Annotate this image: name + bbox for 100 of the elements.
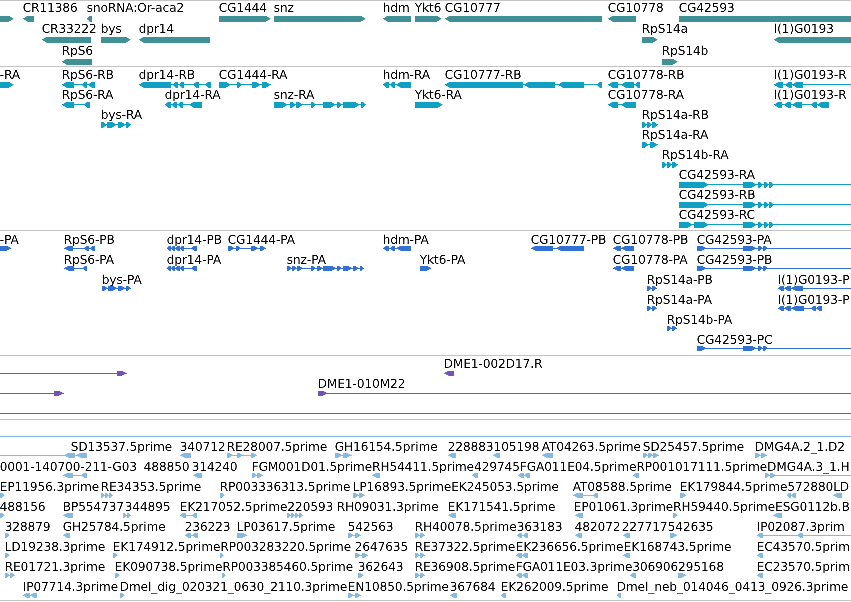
est-arrow[interactable] [113,553,118,558]
est-label: LD [833,480,850,494]
clone-arrow[interactable] [444,371,454,376]
est-arrow[interactable] [773,513,782,518]
gene-arrow[interactable] [139,37,210,43]
est-arrow[interactable] [493,453,500,458]
est-arrow[interactable] [450,593,457,598]
protein-label: -PA [0,233,20,247]
est-arrow[interactable] [678,573,687,578]
est-label: SD25457.5prime [643,440,744,454]
est-arrow[interactable] [472,473,478,478]
est-arrow[interactable] [501,593,506,598]
gene-arrow[interactable] [774,37,851,43]
est-arrow[interactable] [833,493,842,498]
est-label: FGM001D01.5prime [252,460,372,474]
gene-arrow[interactable] [42,37,91,43]
est-arrow[interactable] [5,533,10,538]
est-label: 295168 [678,560,724,574]
est-arrow[interactable] [193,473,202,478]
est-label: 236223 [185,520,231,534]
est-arrow[interactable] [220,493,225,498]
est-label: EC43570.5prim [757,540,850,554]
est-arrow[interactable] [358,573,364,578]
protein-label: snz-PA [287,253,326,267]
est-arrow[interactable] [623,533,630,538]
protein-arrow[interactable] [0,246,12,251]
gene-arrow[interactable] [62,59,92,65]
est-label: RP003336313.5prime [220,480,351,494]
transcript-label: CG42593-RC [679,208,756,222]
transcript-label: -RA [0,68,20,82]
est-arrow[interactable] [630,573,636,578]
gene-arrow[interactable] [608,16,636,22]
protein-label: CG42593-PC [697,333,773,347]
transcript-label: CG42593-RA [679,168,756,182]
gene-arrow[interactable] [662,59,678,65]
est-arrow[interactable] [372,473,380,478]
est-label: EK217052.5prime [180,500,288,514]
est-label: 488850 [144,460,190,474]
protein-arrow[interactable] [420,266,432,271]
protein-label: dpr14-PB [167,233,222,247]
gene-arrow[interactable] [415,16,442,22]
est-label: RH40078.5prime [415,520,517,534]
est-arrow[interactable] [757,573,763,578]
est-arrow[interactable] [757,553,763,558]
gene-arrow[interactable] [101,37,131,43]
est-label: DMG4A.3_1.H [767,460,850,474]
est-arrow[interactable] [575,533,582,538]
est-arrow[interactable] [680,493,687,498]
gene-arrow[interactable] [23,16,34,22]
gene-arrow[interactable] [642,37,658,43]
est-label: EK168743.5prime [624,540,732,554]
est-label: 572880 [788,480,834,494]
gene-arrow[interactable] [87,16,92,22]
est-label: RP003283220.5prime [220,540,352,554]
est-label: FGA011E04.5prime [520,460,637,474]
protein-label: l(1)G0193-P [778,293,850,307]
est-arrow[interactable] [575,513,583,518]
est-label: GH16154.5prime [335,440,438,454]
gene-arrow[interactable] [219,16,271,22]
est-label: ESG0112b.B [775,500,850,514]
est-arrow[interactable] [448,453,456,458]
transcript-label: bys-RA [101,108,142,122]
est-label: RE36908.5prime [415,560,516,574]
est-arrow[interactable] [63,513,73,518]
est-arrow[interactable] [180,453,191,458]
est-arrow[interactable] [670,533,678,538]
transcript-arrow[interactable] [0,82,14,88]
est-label: RP001017111.5prime [636,460,768,474]
protein-label: hdm-PA [383,233,429,247]
gene-label: bys [101,22,122,36]
est-arrow[interactable] [633,473,639,478]
est-arrow[interactable] [617,593,621,598]
est-arrow[interactable] [5,553,10,558]
est-arrow[interactable] [673,513,678,518]
est-label: IP02087.3prim [757,520,845,534]
transcript-arrow[interactable] [415,102,443,108]
est-label: 488156 [0,500,46,514]
est-label: AT04263.5prime [542,440,642,454]
est-label: 105198 [494,440,540,454]
est-label: DMG4A.2_1.D2 [755,440,846,454]
est-arrow[interactable] [448,513,456,518]
est-arrow[interactable] [623,553,630,558]
est-label: 344895 [125,500,171,514]
est-arrow[interactable] [120,593,125,598]
gene-arrow[interactable] [0,16,14,22]
est-arrow[interactable] [222,573,226,578]
est-arrow[interactable] [0,513,5,518]
est-arrow[interactable] [237,533,248,538]
est-arrow[interactable] [542,453,553,458]
est-arrow[interactable] [115,573,120,578]
est-arrow[interactable] [220,553,224,558]
transcript-label: dpr14-RB [139,68,196,82]
gene-arrow[interactable] [383,16,411,22]
transcript-label: CG10777-RB [445,68,522,82]
est-label: 363183 [517,520,563,534]
est-arrow[interactable] [0,493,5,498]
est-label: EP01061.3prime [574,500,674,514]
protein-label: RpS6-PB [64,233,116,247]
est-arrow[interactable] [63,533,70,538]
transcript-label: CG42593-RB [679,188,756,202]
